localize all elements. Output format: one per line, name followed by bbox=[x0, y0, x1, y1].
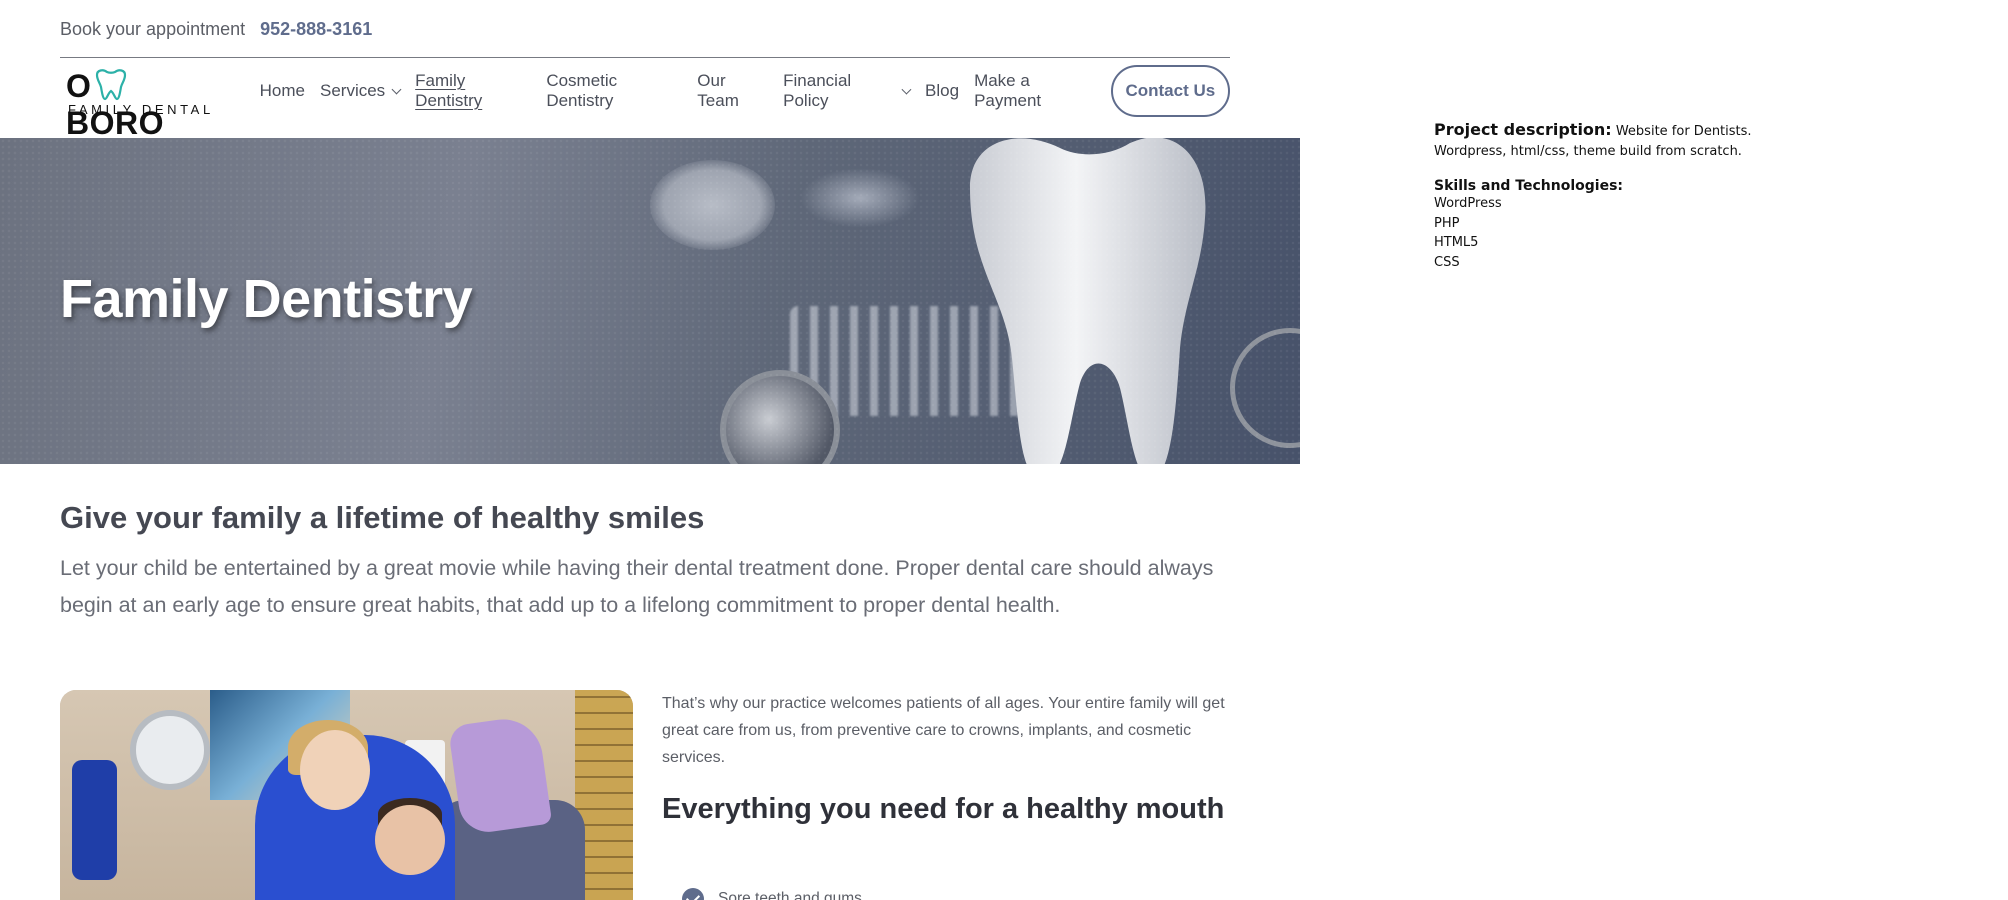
book-appointment-label: Book your appointment bbox=[60, 19, 246, 39]
skill-item: WordPress bbox=[1434, 196, 1502, 211]
list-item-label: Sore teeth and gums bbox=[718, 890, 862, 900]
chevron-down-icon bbox=[901, 84, 912, 94]
skill-item: PHP bbox=[1434, 215, 1460, 231]
nav-menu: Home Services Family Dentistry Cosmetic … bbox=[260, 65, 1230, 117]
nav-item-our-team[interactable]: Our Team bbox=[697, 71, 768, 111]
subheading: Everything you need for a healthy mouth bbox=[662, 793, 1225, 825]
main-nav: OBORO FAMILY DENTAL Home Services Family… bbox=[60, 64, 1230, 141]
nav-item-financial-policy[interactable]: Financial Policy bbox=[783, 71, 912, 111]
lead-paragraph: Let your child be entertained by a great… bbox=[60, 556, 1214, 617]
skills-title: Skills and Technologies: bbox=[1434, 178, 1624, 194]
project-description-text: Website for Dentists. bbox=[1615, 124, 1752, 139]
dentist-child-photo bbox=[60, 690, 633, 900]
tooth-logo-icon bbox=[95, 69, 127, 101]
project-description-title: Project description: bbox=[1434, 120, 1612, 139]
phone-link[interactable]: 952-888-3161 bbox=[260, 19, 372, 40]
project-description: Project description: Website for Dentist… bbox=[1434, 120, 1764, 162]
project-note: Project description: Website for Dentist… bbox=[1434, 120, 1764, 272]
body-paragraph: That’s why our practice welcomes patient… bbox=[662, 695, 1225, 766]
chevron-down-icon bbox=[391, 84, 402, 94]
check-circle-icon bbox=[682, 888, 704, 900]
nav-item-home[interactable]: Home bbox=[260, 81, 305, 101]
nav-item-services[interactable]: Services bbox=[320, 81, 402, 101]
nav-item-make-a-payment[interactable]: Make a Payment bbox=[974, 71, 1096, 111]
nav-item-blog[interactable]: Blog bbox=[925, 81, 959, 101]
project-description-text: Wordpress, html/css, theme build from sc… bbox=[1434, 144, 1742, 159]
contact-us-button[interactable]: Contact Us bbox=[1110, 65, 1230, 117]
nav-item-cosmetic-dentistry[interactable]: Cosmetic Dentistry bbox=[546, 71, 682, 111]
skill-item: HTML5 bbox=[1434, 235, 1479, 250]
logo[interactable]: OBORO FAMILY DENTAL bbox=[60, 64, 215, 141]
nav-item-family-dentistry[interactable]: Family Dentistry bbox=[415, 71, 531, 111]
logo-subtitle: FAMILY DENTAL bbox=[68, 102, 214, 117]
list-item: Sore teeth and gums bbox=[682, 888, 862, 900]
skill-item: CSS bbox=[1434, 254, 1460, 270]
page-title: Family Dentistry bbox=[60, 269, 473, 329]
hero-banner: Family Dentistry bbox=[0, 138, 1300, 464]
top-bar: Book your appointment 952-888-3161 bbox=[60, 16, 1230, 58]
section-heading: Give your family a lifetime of healthy s… bbox=[60, 500, 705, 535]
